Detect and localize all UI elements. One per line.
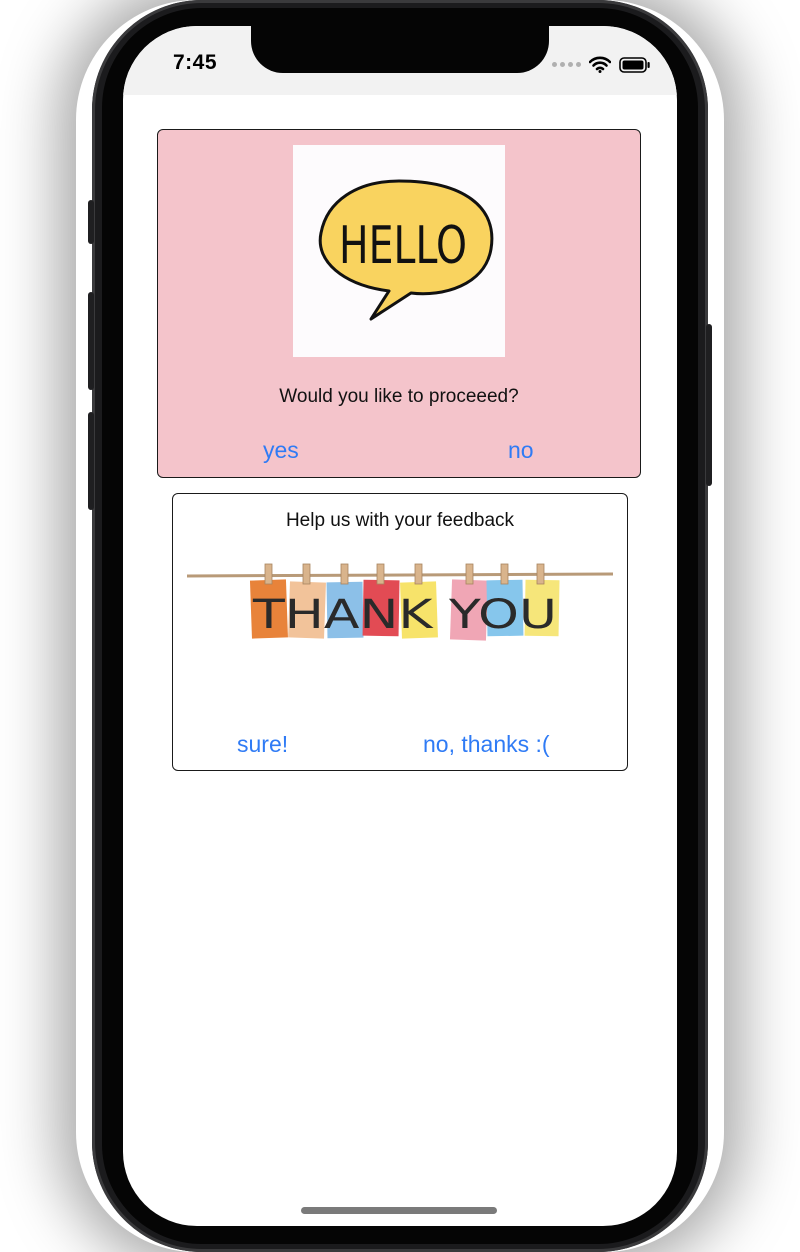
proceed-card: HELLO Would you like to proceeed? yes no (157, 129, 641, 478)
status-icons (552, 56, 651, 73)
sure-button[interactable]: sure! (237, 731, 288, 758)
thank-you-image-text: THANK YOU (252, 592, 557, 638)
proceed-question: Would you like to proceeed? (279, 386, 519, 407)
no-button[interactable]: no (508, 437, 534, 464)
power-button (706, 324, 712, 486)
feedback-title: Help us with your feedback (285, 510, 515, 531)
notch (251, 26, 549, 73)
wifi-icon (589, 56, 611, 73)
screen: 7:45 HELLO Would you like to proceeed? y… (123, 26, 677, 1226)
home-indicator[interactable] (301, 1207, 497, 1214)
volume-up-button (88, 292, 94, 390)
hello-image-text: HELLO (339, 216, 467, 276)
thank-you-image: THANK YOU (186, 550, 614, 660)
feedback-card: Help us with your feedback THANK YOU sur… (172, 493, 628, 771)
no-thanks-button[interactable]: no, thanks :( (423, 731, 550, 758)
status-time: 7:45 (173, 51, 218, 74)
volume-down-button (88, 412, 94, 510)
hello-speech-bubble-icon: HELLO (318, 179, 494, 321)
yes-button[interactable]: yes (263, 437, 299, 464)
mute-switch (88, 200, 94, 244)
battery-icon (619, 56, 650, 73)
thank-you-banner-icon: THANK YOU (186, 563, 614, 641)
cellular-signal-icon (552, 62, 581, 67)
hello-image: HELLO (293, 145, 505, 357)
